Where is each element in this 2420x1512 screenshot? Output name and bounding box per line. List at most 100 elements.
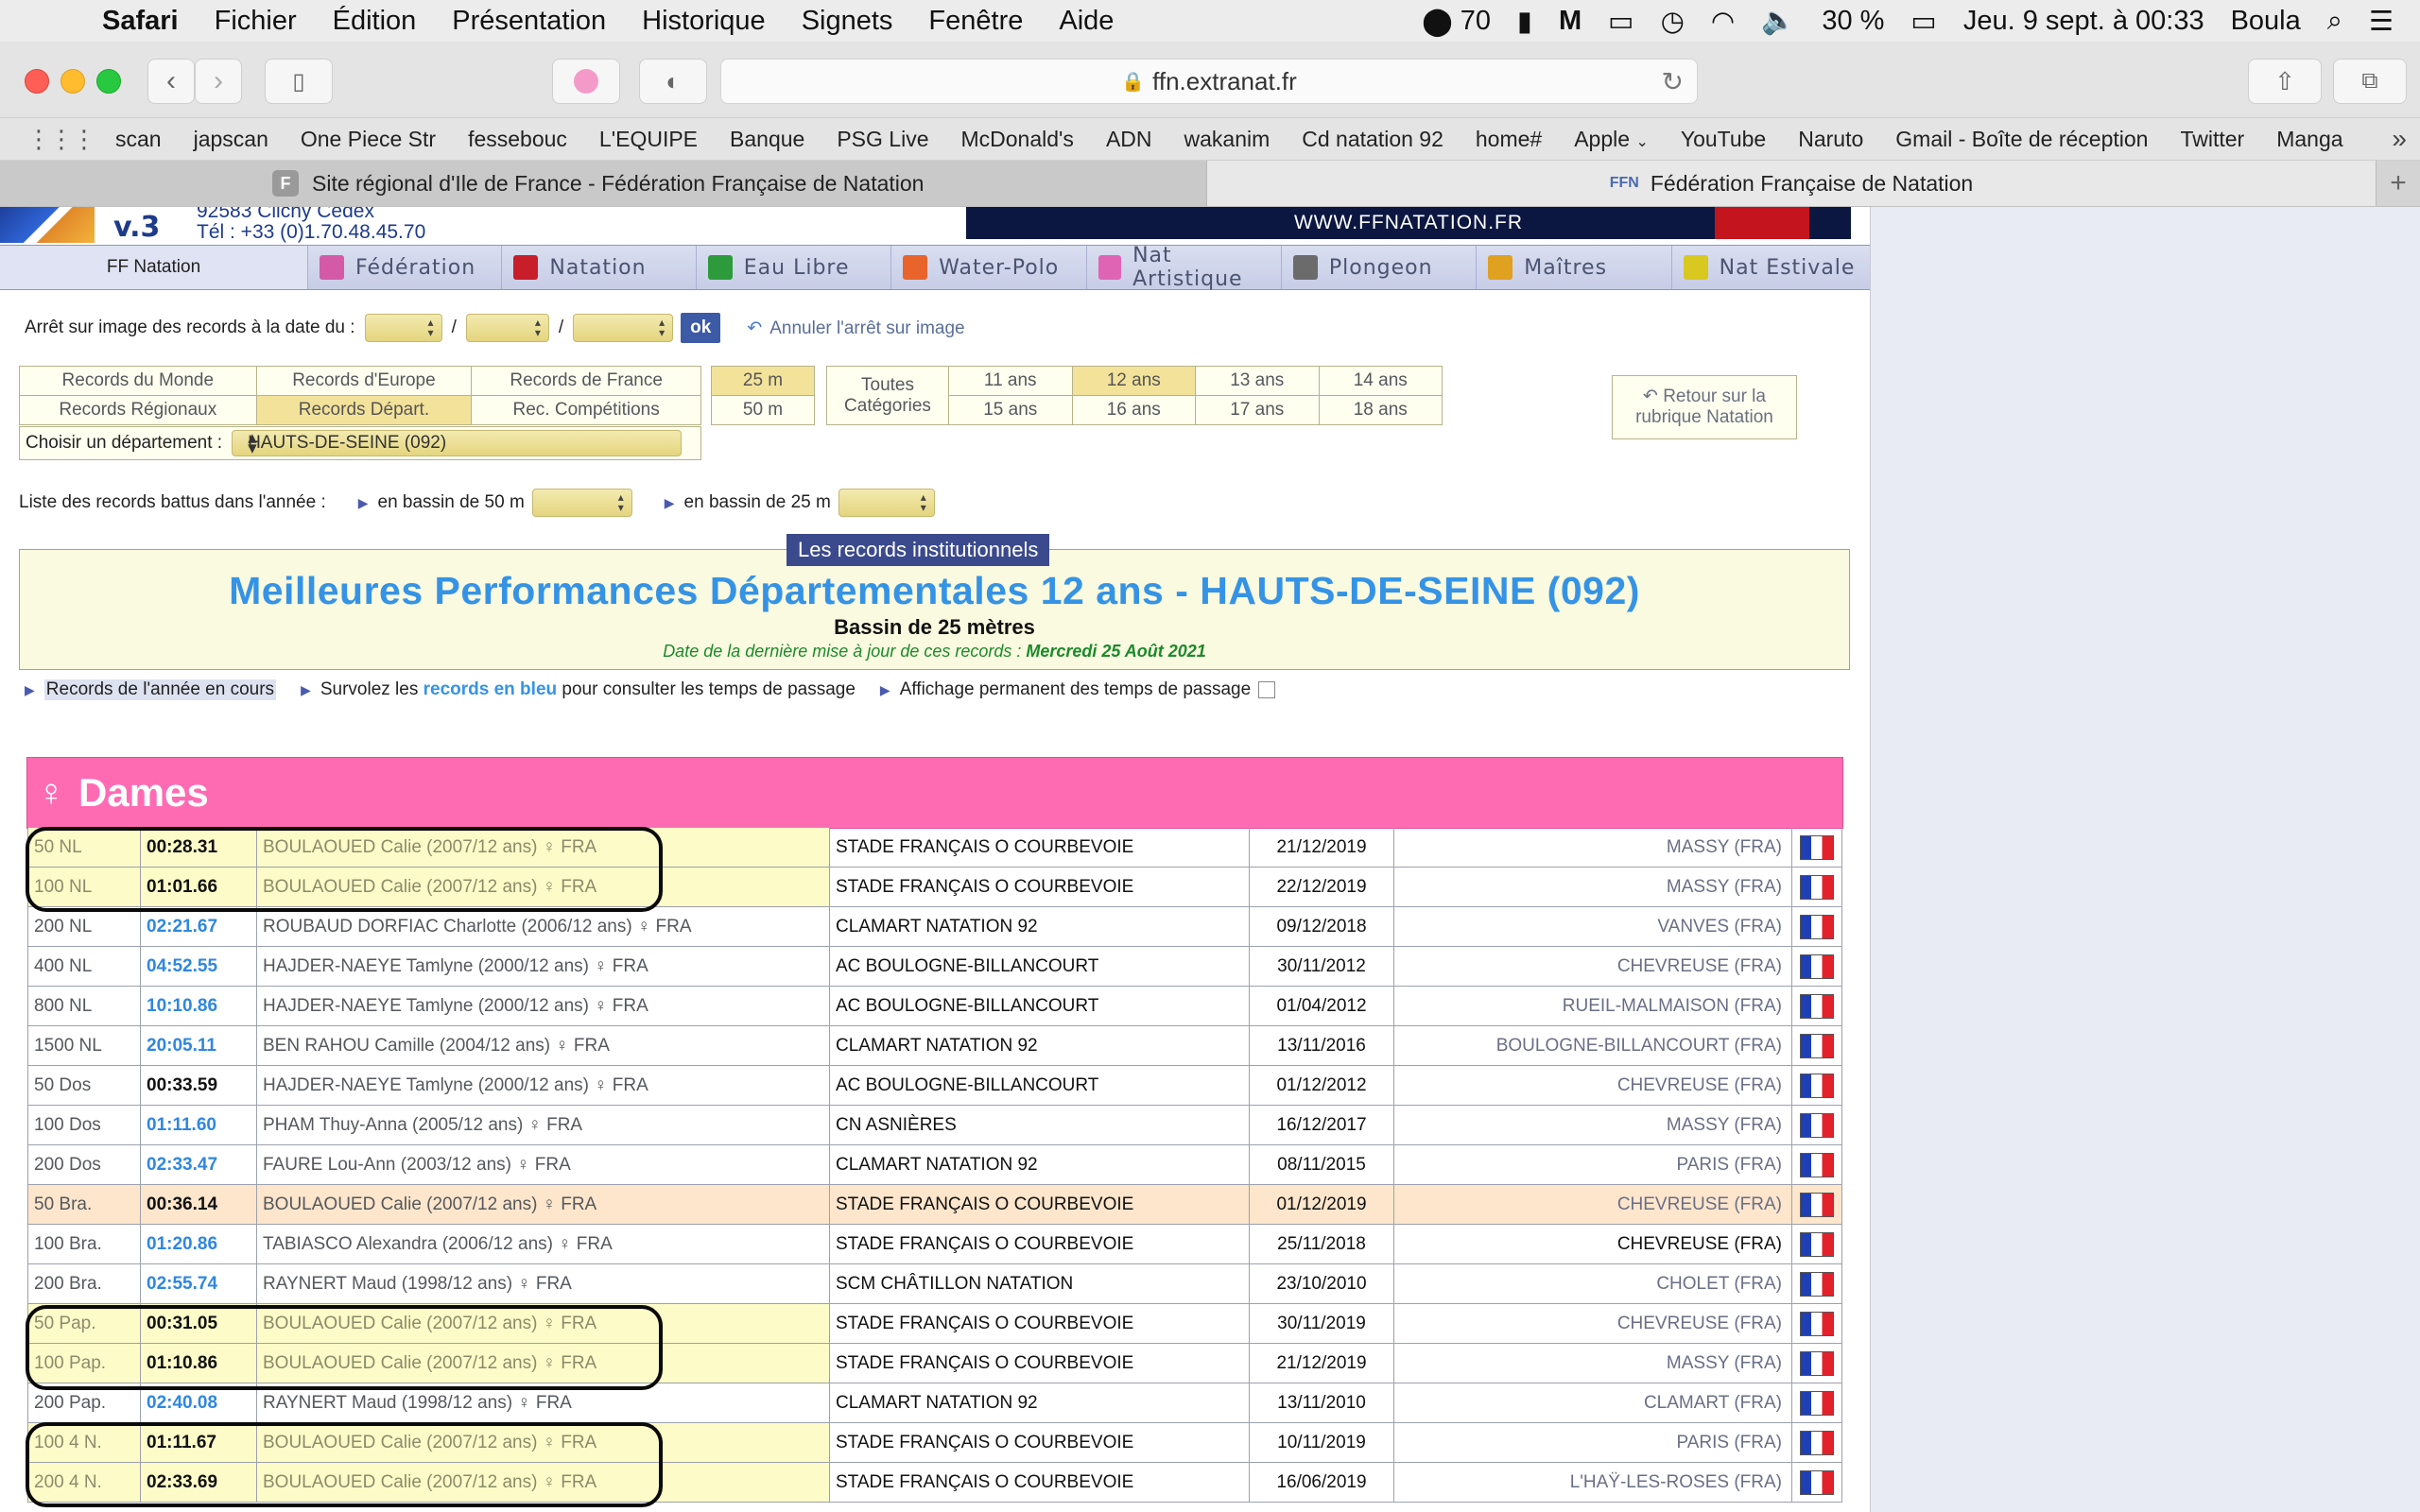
swimmer-cell[interactable]: BOULAOUED Calie (2007/12 ans) ♀ FRA — [256, 867, 830, 907]
favorite-link[interactable]: wakanim — [1184, 127, 1270, 152]
battery-app-icon[interactable]: ▮ — [1517, 5, 1532, 38]
swimmer-cell[interactable]: BOULAOUED Calie (2007/12 ans) ♀ FRA — [256, 1422, 830, 1463]
cat-17-ans[interactable]: 17 ans — [1195, 395, 1320, 425]
sidebar-button[interactable]: ▯ — [265, 59, 333, 104]
records-regionaux[interactable]: Records Régionaux — [19, 395, 257, 425]
battery-percent[interactable]: 30 % — [1822, 6, 1884, 37]
tabs-overview-button[interactable]: ⧉ — [2333, 59, 2407, 104]
cat-12-ans[interactable]: 12 ans — [1071, 366, 1196, 396]
cat-11-ans[interactable]: 11 ans — [948, 366, 1073, 396]
control-center-icon[interactable]: ☰ — [2369, 5, 2394, 38]
nav-nat-artistique[interactable]: Nat Artistique — [1087, 244, 1282, 291]
time-cell[interactable]: 10:10.86 — [140, 986, 257, 1026]
reload-icon[interactable]: ↻ — [1662, 66, 1684, 97]
swimmer-cell[interactable]: BOULAOUED Calie (2007/12 ans) ♀ FRA — [256, 1303, 830, 1344]
swimmer-cell[interactable]: HAJDER-NAEYE Tamlyne (2000/12 ans) ♀ FRA — [256, 1065, 830, 1106]
close-window-button[interactable] — [25, 69, 49, 94]
minimize-window-button[interactable] — [60, 69, 85, 94]
favorite-link[interactable]: ADN — [1106, 127, 1152, 152]
day-select[interactable]: ▴ ▾ — [364, 314, 442, 342]
menu-app-safari[interactable]: Safari — [102, 6, 179, 37]
swimmer-cell[interactable]: RAYNERT Maud (1998/12 ans) ♀ FRA — [256, 1263, 830, 1304]
pool-50m[interactable]: 50 m — [711, 395, 815, 425]
menu-fichier[interactable]: Fichier — [215, 6, 297, 37]
time-cell[interactable]: 00:36.14 — [140, 1184, 257, 1225]
swimmer-cell[interactable]: BOULAOUED Calie (2007/12 ans) ♀ FRA — [256, 1184, 830, 1225]
menu-edition[interactable]: Édition — [333, 6, 417, 37]
battery-icon[interactable]: ▭ — [1910, 5, 1936, 38]
menu-presentation[interactable]: Présentation — [452, 6, 606, 37]
bassin-50-select[interactable]: ▴ ▾ — [531, 489, 632, 517]
time-machine-icon[interactable]: ◷ — [1661, 5, 1685, 38]
swimmer-cell[interactable]: PHAM Thuy-Anna (2005/12 ans) ♀ FRA — [256, 1105, 830, 1145]
forward-button[interactable]: › — [195, 59, 242, 104]
grid-icon[interactable]: ⋮⋮⋮ — [26, 125, 96, 154]
swimmer-cell[interactable]: BEN RAHOU Camille (2004/12 ans) ♀ FRA — [256, 1025, 830, 1066]
favorite-link[interactable]: Cd natation 92 — [1302, 127, 1443, 152]
zoom-window-button[interactable] — [96, 69, 121, 94]
favorite-link[interactable]: PSG Live — [837, 127, 928, 152]
time-cell[interactable]: 00:33.59 — [140, 1065, 257, 1106]
swimmer-cell[interactable]: FAURE Lou-Ann (2003/12 ans) ♀ FRA — [256, 1144, 830, 1185]
year-select[interactable]: ▴ ▾ — [573, 314, 674, 342]
new-tab-button[interactable]: + — [2376, 161, 2420, 206]
clock[interactable]: Jeu. 9 sept. à 00:33 — [1963, 6, 2204, 37]
retour-natation-button[interactable]: ↶ Retour sur la rubrique Natation — [1612, 375, 1797, 439]
back-button[interactable]: ‹ — [147, 59, 195, 104]
volume-icon[interactable]: 🔈 — [1761, 5, 1795, 37]
favorite-link[interactable]: Twitter — [2180, 127, 2244, 152]
swimmer-cell[interactable]: BOULAOUED Calie (2007/12 ans) ♀ FRA — [256, 1343, 830, 1383]
records-competitions[interactable]: Rec. Compétitions — [471, 395, 701, 425]
records-departementaux[interactable]: Records Départ. — [255, 395, 473, 425]
nav-nat-estivale[interactable]: Nat Estivale — [1672, 246, 1870, 289]
wifi-icon[interactable]: ◠ — [1711, 5, 1735, 38]
favorite-link[interactable]: fessebouc — [468, 127, 567, 152]
swimmer-cell[interactable]: TABIASCO Alexandra (2006/12 ans) ♀ FRA — [256, 1224, 830, 1264]
month-select[interactable]: ▴ ▾ — [465, 314, 549, 342]
records-europe[interactable]: Records d'Europe — [255, 366, 473, 396]
time-cell[interactable]: 02:33.47 — [140, 1144, 257, 1185]
cat-14-ans[interactable]: 14 ans — [1318, 366, 1443, 396]
airplay-icon[interactable]: ▭ — [1608, 5, 1634, 38]
cat-toutes[interactable]: Toutes Catégories — [826, 366, 949, 425]
favorite-folder[interactable]: Apple ⌄ — [1574, 127, 1649, 152]
cancel-freeze-link[interactable]: ↶ Annuler l'arrêt sur image — [747, 318, 964, 339]
department-select[interactable]: HAUTS-DE-SEINE (092) ▴ ▾ — [232, 429, 683, 457]
time-cell[interactable]: 01:11.60 — [140, 1105, 257, 1145]
ok-button[interactable]: ok — [681, 313, 721, 343]
favorite-link[interactable]: McDonald's — [961, 127, 1074, 152]
pool-25m[interactable]: 25 m — [711, 366, 815, 396]
swimmer-cell[interactable]: BOULAOUED Calie (2007/12 ans) ♀ FRA — [256, 1462, 830, 1503]
tab-ile-de-france[interactable]: F Site régional d'Ile de France - Fédéra… — [0, 161, 1207, 206]
tab-ffn[interactable]: FFN Fédération Française de Natation — [1207, 161, 2376, 206]
time-cell[interactable]: 04:52.55 — [140, 946, 257, 987]
swimmer-cell[interactable]: RAYNERT Maud (1998/12 ans) ♀ FRA — [256, 1383, 830, 1423]
swimmer-cell[interactable]: ROUBAUD DORFIAC Charlotte (2006/12 ans) … — [256, 906, 830, 947]
time-cell[interactable]: 00:28.31 — [140, 827, 257, 868]
extension-button[interactable] — [552, 59, 620, 104]
nav-maitres[interactable]: Maîtres — [1477, 246, 1672, 289]
malwarebytes-icon[interactable]: M — [1559, 6, 1582, 37]
privacy-report-button[interactable]: ◐ — [639, 59, 707, 104]
permanent-splits-checkbox[interactable] — [1258, 681, 1276, 698]
time-cell[interactable]: 01:20.86 — [140, 1224, 257, 1264]
swimmer-cell[interactable]: HAJDER-NAEYE Tamlyne (2000/12 ans) ♀ FRA — [256, 946, 830, 987]
nav-plongeon[interactable]: Plongeon — [1282, 246, 1478, 289]
time-cell[interactable]: 01:10.86 — [140, 1343, 257, 1383]
nav-ff-natation[interactable]: FF Natation — [0, 246, 309, 289]
menu-aide[interactable]: Aide — [1059, 6, 1114, 37]
favorite-link[interactable]: Manga — [2276, 127, 2342, 152]
time-cell[interactable]: 01:01.66 — [140, 867, 257, 907]
cat-15-ans[interactable]: 15 ans — [948, 395, 1073, 425]
nav-natation[interactable]: Natation — [502, 246, 697, 289]
cat-16-ans[interactable]: 16 ans — [1071, 395, 1196, 425]
nav-eau-libre[interactable]: Eau Libre — [697, 246, 892, 289]
ffnatation-banner[interactable]: WWW.FFNATATION.FR — [966, 207, 1851, 239]
favorite-link[interactable]: L'EQUIPE — [599, 127, 698, 152]
favorite-link[interactable]: Naruto — [1798, 127, 1863, 152]
time-cell[interactable]: 02:40.08 — [140, 1383, 257, 1423]
nav-federation[interactable]: Fédération — [308, 246, 503, 289]
time-cell[interactable]: 02:21.67 — [140, 906, 257, 947]
favorite-link[interactable]: home# — [1476, 127, 1542, 152]
favorite-link[interactable]: japscan — [194, 127, 268, 152]
